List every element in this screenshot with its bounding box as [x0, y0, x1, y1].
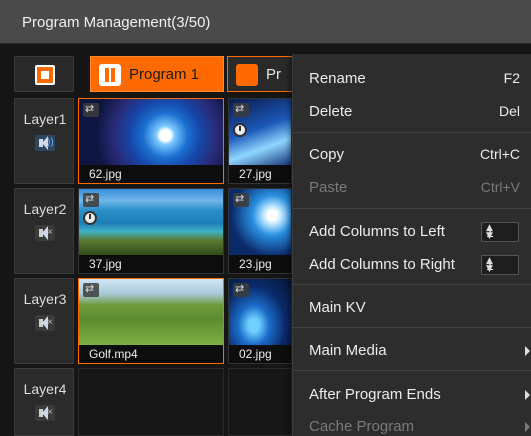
media-cell[interactable]: 23.jpg: [228, 188, 292, 274]
media-thumbnail: [79, 99, 223, 165]
media-filename: Golf.mp4: [89, 347, 138, 361]
menu-item-label: After Program Ends: [309, 386, 441, 403]
menu-item-label: Add Columns to Left: [309, 223, 445, 240]
submenu-arrow-icon: [525, 390, 530, 400]
window-title: Program Management(3/50): [22, 14, 211, 31]
menu-item-after-program-ends[interactable]: After Program Ends: [293, 380, 531, 410]
menu-item-rename[interactable]: Rename F2: [293, 64, 531, 94]
menu-divider: [293, 327, 531, 328]
menu-item-paste: Paste Ctrl+V: [293, 173, 531, 203]
menu-item-copy[interactable]: Copy Ctrl+C: [293, 140, 531, 170]
layer-row-header[interactable]: Layer1 )): [14, 98, 74, 184]
clock-icon: [233, 123, 247, 137]
menu-item-label: Copy: [309, 146, 345, 163]
menu-item-label: Main Media: [309, 342, 387, 359]
context-menu: Rename F2 Delete Del Copy Ctrl+C Paste C…: [292, 54, 531, 436]
menu-item-shortcut: F2: [503, 70, 520, 86]
menu-item-main-kv[interactable]: Main KV: [293, 293, 531, 323]
menu-item-cache-program: Cache Program: [293, 412, 531, 436]
submenu-arrow-icon: [525, 422, 530, 432]
stop-all-button[interactable]: [14, 56, 74, 92]
media-filename: 23.jpg: [239, 257, 272, 271]
layer-name: Layer1: [23, 111, 67, 127]
loop-icon: [233, 192, 249, 207]
menu-item-main-media[interactable]: Main Media: [293, 336, 531, 366]
media-filename: 02.jpg: [239, 347, 272, 361]
empty-cell[interactable]: [228, 368, 292, 436]
menu-item-label: Main KV: [309, 299, 366, 316]
menu-item-label: Delete: [309, 103, 353, 120]
media-filename: 27.jpg: [239, 167, 272, 181]
stop-icon: [35, 65, 55, 85]
loop-icon: [233, 102, 249, 117]
loop-icon: [83, 282, 99, 297]
menu-item-label: Rename: [309, 70, 366, 87]
media-cell[interactable]: 27.jpg: [228, 98, 292, 184]
media-thumbnail: [79, 279, 223, 345]
layer-name: Layer3: [23, 291, 67, 307]
layer-row-header[interactable]: Layer2 ×: [14, 188, 74, 274]
speaker-on-icon[interactable]: )): [35, 135, 55, 151]
menu-divider: [293, 284, 531, 285]
empty-cell[interactable]: [78, 368, 224, 436]
menu-item-delete[interactable]: Delete Del: [293, 97, 531, 127]
loop-icon: [83, 192, 99, 207]
clock-icon: [83, 211, 97, 225]
menu-item-shortcut: Ctrl+V: [480, 179, 520, 195]
speaker-muted-icon[interactable]: ×: [35, 225, 55, 241]
submenu-arrow-icon: [525, 346, 530, 356]
layer-row-header[interactable]: Layer4 ×: [14, 368, 74, 436]
menu-divider: [293, 132, 531, 133]
program-tab-label: Program 1: [129, 66, 200, 83]
window-title-bar: Program Management(3/50): [0, 0, 531, 44]
up-down-arrows-icon[interactable]: ▲ ▼: [486, 257, 514, 274]
play-icon[interactable]: [236, 64, 258, 86]
layer-name: Layer4: [23, 381, 67, 397]
menu-item-shortcut: Del: [498, 103, 520, 119]
columns-right-stepper[interactable]: 1 ▲ ▼: [481, 255, 519, 275]
menu-item-label: Add Columns to Right: [309, 256, 455, 273]
media-cell[interactable]: Golf.mp4: [78, 278, 224, 364]
speaker-muted-icon[interactable]: ×: [35, 315, 55, 331]
layer-row-header[interactable]: Layer3 ×: [14, 278, 74, 364]
menu-item-shortcut: Ctrl+C: [479, 146, 520, 162]
media-filename: 37.jpg: [89, 257, 122, 271]
layer-name: Layer2: [23, 201, 67, 217]
columns-left-stepper[interactable]: 1 ▲ ▼: [481, 222, 519, 242]
menu-divider: [293, 370, 531, 371]
program-tab-1[interactable]: Program 1: [90, 56, 224, 92]
menu-divider: [293, 208, 531, 209]
media-cell[interactable]: 37.jpg: [78, 188, 224, 274]
media-cell[interactable]: 02.jpg: [228, 278, 292, 364]
loop-icon: [83, 102, 99, 117]
media-filename: 62.jpg: [89, 167, 122, 181]
menu-item-label: Cache Program: [309, 418, 415, 435]
up-down-arrows-icon[interactable]: ▲ ▼: [486, 224, 514, 241]
menu-item-add-columns-right[interactable]: Add Columns to Right 1 ▲ ▼: [293, 250, 531, 280]
media-thumbnail: [79, 189, 223, 255]
loop-icon: [233, 282, 249, 297]
speaker-muted-icon[interactable]: ×: [35, 405, 55, 421]
menu-item-label: Paste: [309, 179, 348, 196]
media-cell[interactable]: 62.jpg: [78, 98, 224, 184]
program-tab-label: Pr: [266, 66, 281, 83]
menu-item-add-columns-left[interactable]: Add Columns to Left 1 ▲ ▼: [293, 217, 531, 247]
pause-icon[interactable]: [99, 64, 121, 86]
